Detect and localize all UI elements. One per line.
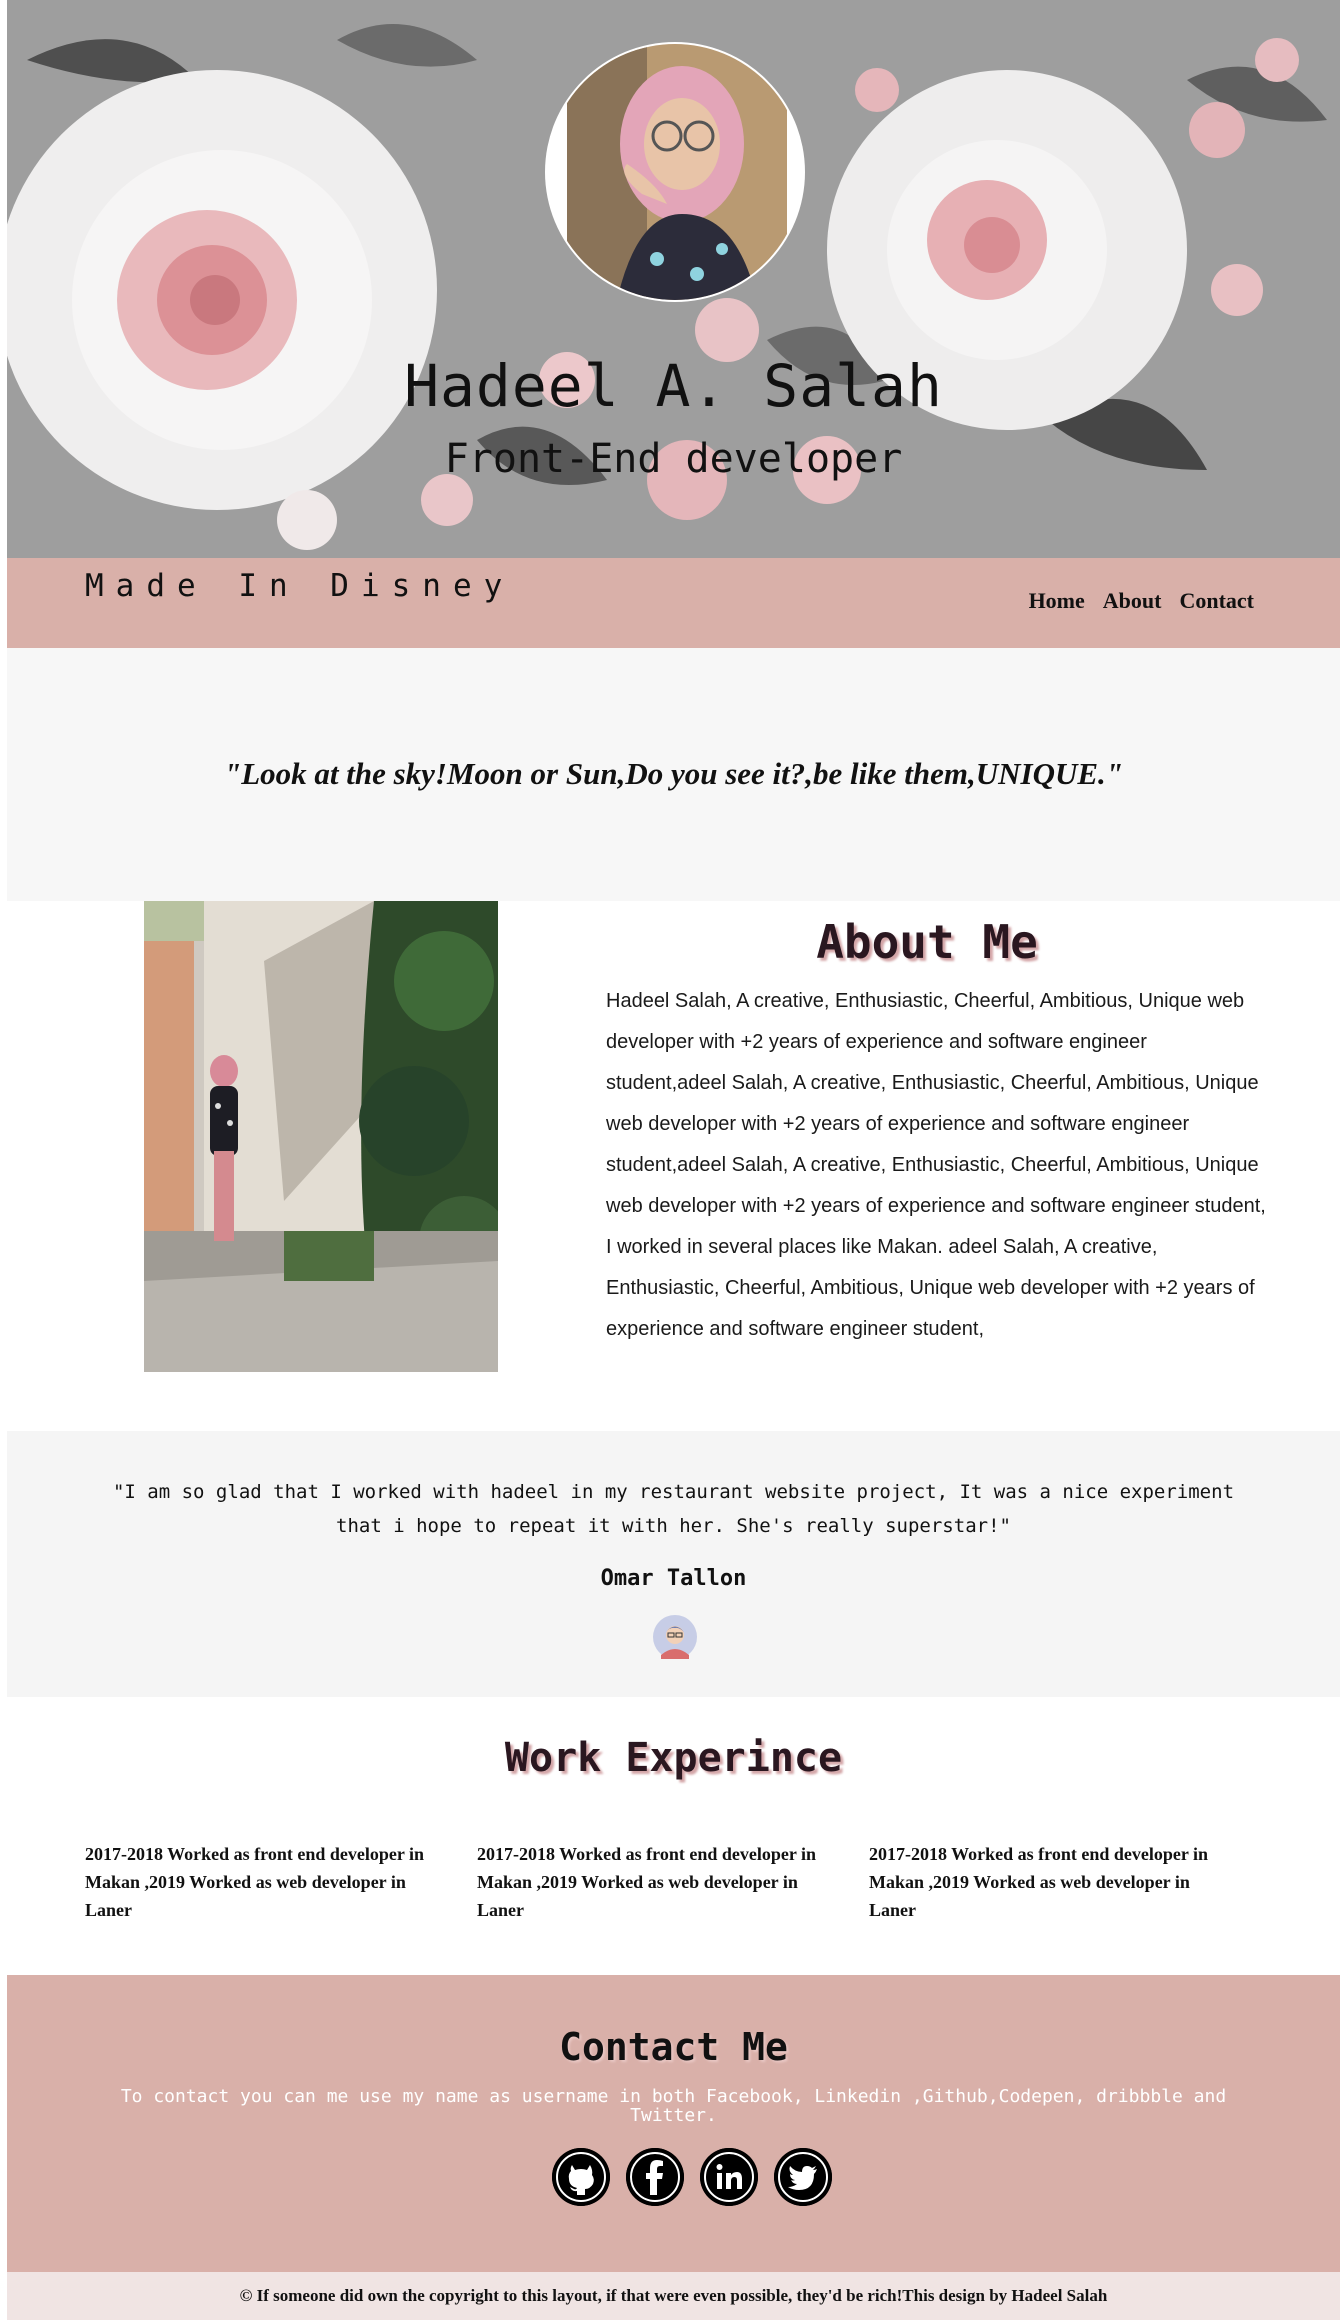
nav-link-contact[interactable]: Contact	[1179, 588, 1254, 614]
navbar: Made In Disney Home About Contact	[7, 558, 1340, 648]
nav-menu: Home About Contact	[1029, 588, 1254, 614]
quote-section: "Look at the sky!Moon or Sun,Do you see …	[7, 648, 1340, 901]
work-item: 2017-2018 Worked as front end developer …	[477, 1844, 817, 1920]
about-text: Hadeel Salah, A creative, Enthusiastic, …	[606, 990, 1266, 1340]
hero-banner: Hadeel A. Salah Front-End developer	[7, 0, 1340, 558]
profile-photo	[547, 44, 803, 300]
nav-link-about[interactable]: About	[1103, 588, 1162, 614]
nav-link-home[interactable]: Home	[1029, 588, 1085, 614]
hero-name: Hadeel A. Salah	[404, 352, 943, 420]
work-title: Work Experince	[504, 1735, 843, 1781]
work-section: Work Experince 2017-2018 Worked as front…	[7, 1697, 1340, 1975]
social-links	[552, 2148, 832, 2206]
profile-avatar	[547, 44, 803, 300]
about-section: About Me Hadeel Salah, A creative, Enthu…	[7, 901, 1340, 1431]
about-photo-image	[144, 901, 498, 1372]
brand-logo[interactable]: Made In Disney	[85, 568, 514, 604]
hero-role: Front-End developer	[444, 436, 903, 482]
contact-title: Contact Me	[559, 2025, 788, 2069]
footer: © If someone did own the copyright to th…	[7, 2272, 1340, 2320]
about-title: About Me	[816, 915, 1038, 969]
testimonial-section: "I am so glad that I worked with hadeel …	[7, 1431, 1340, 1697]
contact-text: To contact you can me use my name as use…	[120, 2086, 1227, 2126]
twitter-icon[interactable]	[774, 2148, 832, 2206]
github-icon[interactable]	[552, 2148, 610, 2206]
contact-section: Contact Me To contact you can me use my …	[7, 1975, 1340, 2272]
copyright-text: © If someone did own the copyright to th…	[239, 2286, 1108, 2305]
testimonial-author: Omar Tallon	[600, 1566, 747, 1591]
testimonial-avatar-icon	[653, 1615, 697, 1659]
facebook-icon[interactable]	[626, 2148, 684, 2206]
work-item: 2017-2018 Worked as front end developer …	[85, 1844, 425, 1920]
testimonial-text: "I am so glad that I worked with hadeel …	[112, 1481, 1235, 1537]
linkedin-icon[interactable]	[700, 2148, 758, 2206]
about-photo	[144, 901, 498, 1372]
quote-text: "Look at the sky!Moon or Sun,Do you see …	[223, 756, 1123, 791]
work-item: 2017-2018 Worked as front end developer …	[869, 1844, 1209, 1920]
page: Hadeel A. Salah Front-End developer Made…	[7, 0, 1340, 2320]
